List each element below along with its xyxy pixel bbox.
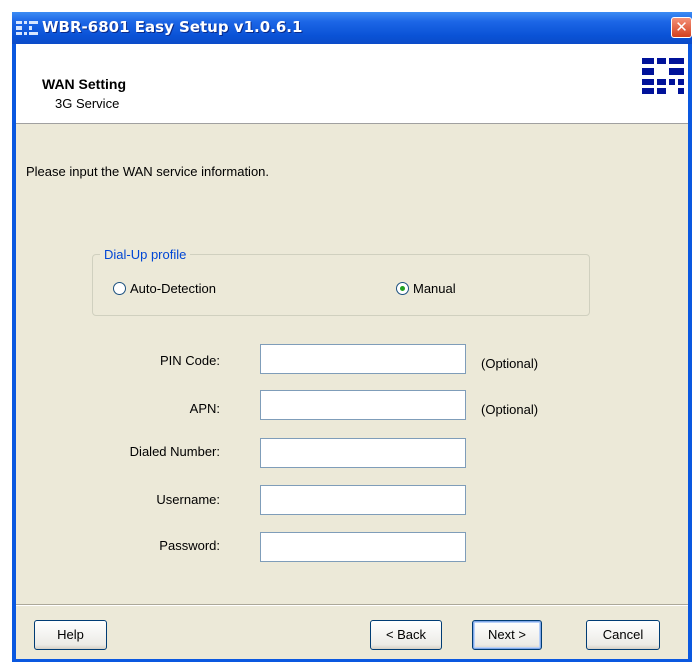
pin-code-input[interactable] xyxy=(260,344,466,374)
radio-manual[interactable]: Manual xyxy=(396,281,456,296)
dialed-number-input[interactable] xyxy=(260,438,466,468)
radio-label: Manual xyxy=(413,281,456,296)
cancel-button[interactable]: Cancel xyxy=(586,620,660,650)
password-input[interactable] xyxy=(260,532,466,562)
apn-hint: (Optional) xyxy=(481,402,539,417)
setup-window: WBR-6801 Easy Setup v1.0.6.1 ✕ WAN Setti… xyxy=(12,12,692,662)
close-icon: ✕ xyxy=(675,18,688,36)
username-input[interactable] xyxy=(260,485,466,515)
dialup-profile-legend: Dial-Up profile xyxy=(100,247,191,262)
pin-code-hint: (Optional) xyxy=(481,356,539,371)
app-icon xyxy=(16,21,38,35)
radio-button-selected-icon[interactable] xyxy=(396,282,409,295)
username-label: Username: xyxy=(156,492,220,507)
wizard-header: WAN Setting 3G Service xyxy=(16,44,688,124)
brand-logo-icon xyxy=(642,58,684,94)
window-title: WBR-6801 Easy Setup v1.0.6.1 xyxy=(42,18,303,36)
dialog-body: WAN Setting 3G Service Please input the … xyxy=(16,44,688,659)
apn-input[interactable] xyxy=(260,390,466,420)
title-bar[interactable]: WBR-6801 Easy Setup v1.0.6.1 ✕ xyxy=(12,12,692,44)
password-label: Password: xyxy=(159,538,220,553)
intro-text: Please input the WAN service information… xyxy=(26,164,270,179)
radio-auto-detection[interactable]: Auto-Detection xyxy=(113,281,216,296)
dialed-number-label: Dialed Number: xyxy=(129,444,220,459)
help-button[interactable]: Help xyxy=(34,620,107,650)
radio-label: Auto-Detection xyxy=(130,281,216,296)
page-subtitle: 3G Service xyxy=(55,96,120,111)
radio-button-icon[interactable] xyxy=(113,282,126,295)
back-button[interactable]: < Back xyxy=(370,620,442,650)
page-title: WAN Setting xyxy=(42,76,126,92)
footer-divider xyxy=(16,604,688,606)
apn-label: APN: xyxy=(189,401,220,416)
next-button[interactable]: Next > xyxy=(472,620,542,650)
close-button[interactable]: ✕ xyxy=(671,17,692,38)
pin-code-label: PIN Code: xyxy=(160,353,220,368)
